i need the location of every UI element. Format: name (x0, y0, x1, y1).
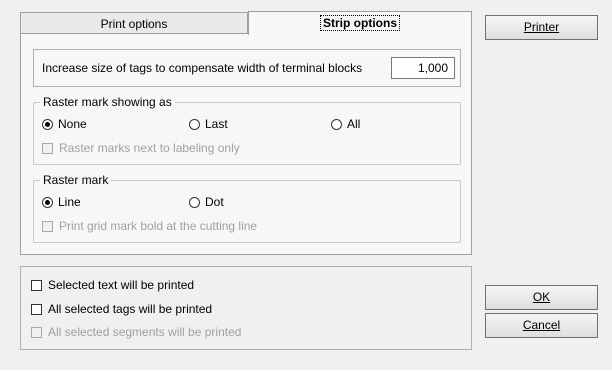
window-bottom-edge (0, 370, 612, 378)
checkbox-box (42, 142, 53, 154)
radio-none-label: None (58, 117, 87, 131)
tab-print-options[interactable]: Print options (20, 12, 248, 34)
printer-button-label: Printer (523, 20, 560, 34)
radio-none-circle (42, 118, 53, 130)
checkbox-box (31, 279, 42, 291)
tag-size-input[interactable]: 1,000 (391, 57, 455, 79)
radio-all-circle (331, 118, 342, 130)
checkbox-box (31, 326, 42, 338)
radio-none[interactable]: None (42, 117, 87, 131)
bold-grid-mark-label: Print grid mark bold at the cutting line (59, 219, 258, 233)
cancel-button-label: Cancel (522, 318, 561, 332)
radio-last-circle (189, 118, 200, 130)
checkbox-box (31, 303, 42, 315)
raster-next-to-labeling-checkbox[interactable]: Raster marks next to labeling only (42, 141, 240, 155)
raster-next-to-labeling-label: Raster marks next to labeling only (59, 141, 240, 155)
raster-showing-title: Raster mark showing as (40, 95, 175, 109)
radio-selected-dot (45, 199, 50, 205)
radio-line-label: Line (58, 195, 81, 209)
print-selection-box: Selected text will be printed All select… (20, 266, 472, 350)
tab-strip-options[interactable]: Strip options (248, 11, 472, 35)
tab-print-options-label: Print options (100, 17, 168, 31)
radio-dot[interactable]: Dot (189, 195, 224, 209)
radio-selected-dot (45, 121, 50, 127)
bold-grid-mark-checkbox[interactable]: Print grid mark bold at the cutting line (42, 219, 257, 233)
selected-tags-label: All selected tags will be printed (48, 302, 213, 316)
radio-dot-circle (189, 196, 200, 208)
raster-showing-group: Raster mark showing as None Last All Ras… (33, 95, 461, 165)
raster-mark-group: Raster mark Line Dot Print grid mark bol… (33, 173, 461, 243)
printer-button[interactable]: Printer (485, 15, 598, 40)
ok-button[interactable]: OK (485, 285, 598, 310)
checkbox-box (42, 220, 53, 232)
ok-button-label: OK (532, 290, 551, 304)
radio-line[interactable]: Line (42, 195, 81, 209)
radio-dot-label: Dot (205, 195, 224, 209)
selected-segments-checkbox[interactable]: All selected segments will be printed (31, 325, 241, 339)
selected-text-label: Selected text will be printed (48, 278, 195, 292)
strip-options-panel: Increase size of tags to compensate widt… (20, 33, 472, 255)
radio-line-circle (42, 196, 53, 208)
strip-options-dialog: Print options Strip options Increase siz… (0, 0, 612, 378)
selected-text-checkbox[interactable]: Selected text will be printed (31, 278, 194, 292)
cancel-button[interactable]: Cancel (485, 313, 598, 338)
radio-last[interactable]: Last (189, 117, 228, 131)
selected-segments-label: All selected segments will be printed (48, 325, 242, 339)
raster-mark-title: Raster mark (40, 173, 112, 187)
radio-last-label: Last (205, 117, 228, 131)
tag-size-box: Increase size of tags to compensate widt… (33, 49, 461, 87)
radio-all[interactable]: All (331, 117, 360, 131)
tag-size-label: Increase size of tags to compensate widt… (42, 61, 363, 75)
selected-tags-checkbox[interactable]: All selected tags will be printed (31, 302, 212, 316)
tab-strip-options-label: Strip options (320, 15, 400, 31)
radio-all-label: All (347, 117, 361, 131)
